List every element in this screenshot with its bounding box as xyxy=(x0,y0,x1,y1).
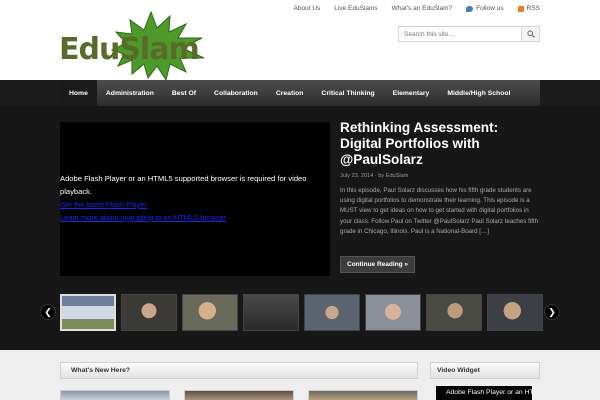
search-icon xyxy=(526,30,535,38)
rss-link[interactable]: RSS xyxy=(517,5,540,12)
widget-video-player[interactable]: Adobe Flash Player or an HTML5 supported… xyxy=(436,386,532,400)
nav-creation[interactable]: Creation xyxy=(267,80,313,106)
twitter-bird-icon xyxy=(466,5,474,12)
whats-new-header: What's New Here? xyxy=(60,362,418,379)
video-widget-header: Video Widget xyxy=(430,362,540,379)
thumbnail[interactable] xyxy=(487,294,543,331)
post-card[interactable] xyxy=(60,390,170,400)
post-card[interactable] xyxy=(308,390,418,400)
nav-middle-high-school[interactable]: Middle/High School xyxy=(438,80,519,106)
video-player[interactable]: Adobe Flash Player or an HTML5 supported… xyxy=(60,122,330,276)
thumbnail-strip xyxy=(60,294,543,332)
main-navigation: Home Administration Best Of Collaboratio… xyxy=(60,80,540,106)
featured-meta: July 23, 2014 · by EduSlam xyxy=(340,173,409,179)
about-link[interactable]: About Us xyxy=(294,5,321,12)
nav-best-of[interactable]: Best Of xyxy=(163,80,205,106)
continue-reading-button[interactable]: Continue Reading » xyxy=(340,256,416,273)
search-box xyxy=(398,26,540,42)
thumbnail[interactable] xyxy=(426,294,482,331)
thumbnail[interactable] xyxy=(60,294,116,331)
live-eduslams-link[interactable]: Live EduSlams xyxy=(334,5,377,12)
post-card[interactable] xyxy=(184,390,294,400)
nav-home[interactable]: Home xyxy=(60,80,97,106)
featured-excerpt: In this episode, Paul Solarz discusses h… xyxy=(340,187,539,235)
nav-elementary[interactable]: Elementary xyxy=(384,80,439,106)
logo-wordmark: EduSlam xyxy=(59,32,200,67)
nav-administration[interactable]: Administration xyxy=(97,80,163,106)
site-header: About Us Live EduSlams What's an EduSlam… xyxy=(0,0,600,82)
lower-content: What's New Here? Video Widget Adobe Flas… xyxy=(0,350,600,400)
next-arrow-icon[interactable]: ❯ xyxy=(544,304,560,320)
nav-critical-thinking[interactable]: Critical Thinking xyxy=(312,80,383,106)
site-logo[interactable]: EduSlam xyxy=(56,10,216,82)
thumbnail[interactable] xyxy=(243,294,299,331)
prev-arrow-icon[interactable]: ❮ xyxy=(40,304,56,320)
video-fallback-message: Adobe Flash Player or an HTML5 supported… xyxy=(60,172,322,224)
html5-browser-link[interactable]: Learn more about upgrading to an HTML5 b… xyxy=(60,211,322,224)
thumbnail[interactable] xyxy=(365,294,421,331)
thumbnail[interactable] xyxy=(182,294,238,331)
search-button[interactable] xyxy=(521,27,539,41)
flash-player-link[interactable]: Get the latest Flash Player xyxy=(60,198,322,211)
featured-title[interactable]: Rethinking Assessment: Digital Portfolio… xyxy=(340,120,540,168)
follow-us-link[interactable]: Follow us xyxy=(466,5,504,12)
thumbnail[interactable] xyxy=(121,294,177,331)
thumbnail[interactable] xyxy=(304,294,360,331)
top-navigation: About Us Live EduSlams What's an EduSlam… xyxy=(294,5,540,12)
rss-icon xyxy=(517,5,524,12)
search-input[interactable] xyxy=(399,27,521,41)
featured-slider: Adobe Flash Player or an HTML5 supported… xyxy=(0,106,600,350)
nav-collaboration[interactable]: Collaboration xyxy=(205,80,267,106)
whats-eduslam-link[interactable]: What's an EduSlam? xyxy=(392,5,453,12)
